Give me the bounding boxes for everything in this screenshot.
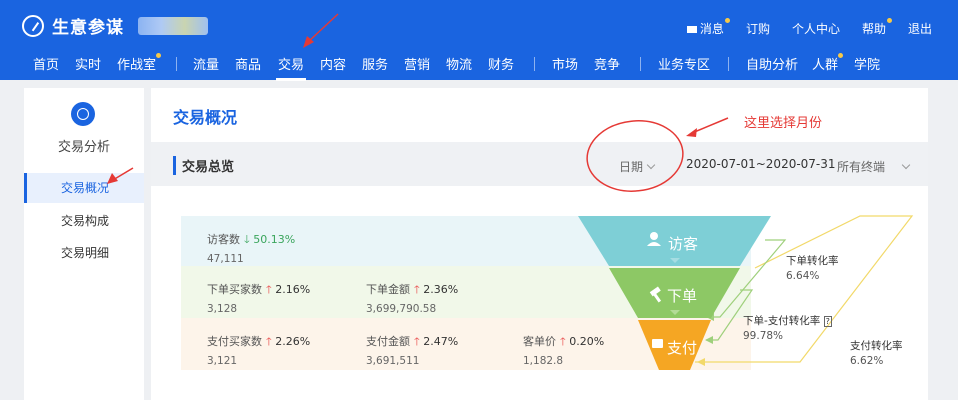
change-up: 🡑 2.26% <box>266 335 311 348</box>
order-row: 下单买家数 🡑 2.16% 3,128 下单金额 🡑 2.36% 3,699,790… <box>181 266 751 318</box>
metric-pay-buyers: 支付买家数 🡑 2.26% 3,121 <box>207 335 311 367</box>
metric-order-amount: 下单金额 🡑 2.36% 3,699,790.58 <box>366 283 459 315</box>
help-link[interactable]: 帮助 <box>862 18 892 37</box>
personal-center-link[interactable]: 个人中心 <box>792 20 840 37</box>
nav-business-zone[interactable]: 业务专区 <box>658 54 710 73</box>
pay-row: 支付买家数 🡑 2.26% 3,121 支付金额 🡑 2.47% 3,691,511… <box>181 318 751 370</box>
chevron-down-icon <box>646 160 656 170</box>
page-title: 交易概况 <box>173 108 238 127</box>
main-nav: 首页 实时 作战室 流量 商品 交易 内容 服务 营销 物流 财务 市场 竞争 … <box>0 50 958 81</box>
overview-bar: 交易总览 日期 2020-07-01~2020-07-31 所有终端 <box>151 142 928 186</box>
nav-logistics[interactable]: 物流 <box>446 54 472 73</box>
main-panel: 交易概况 交易总览 日期 2020-07-01~2020-07-31 所有终端 … <box>151 88 928 400</box>
app-logo[interactable]: 生意参谋 <box>22 13 208 38</box>
sidebar-item-details[interactable]: 交易明细 <box>24 238 144 268</box>
metric-unit-price: 客单价 🡑 0.20% 1,182.8 <box>523 335 605 367</box>
metric-pay-amount: 支付金额 🡑 2.47% 3,691,511 <box>366 335 459 367</box>
arrow-down-icon: 🡓 <box>244 233 250 246</box>
nav-academy[interactable]: 学院 <box>854 54 880 73</box>
trade-analysis-icon <box>71 102 95 126</box>
notification-dot <box>156 53 162 58</box>
header-links: 消息 订购 个人中心 帮助 退出 <box>665 18 932 37</box>
notification-dot <box>838 53 844 58</box>
order-pay-conversion-rate: 下单-支付转化率 ? 99.78% <box>743 315 832 342</box>
arrow-up-icon: 🡑 <box>560 335 566 348</box>
app-name: 生意参谋 <box>52 18 124 38</box>
nav-market[interactable]: 市场 <box>552 54 578 73</box>
nav-trade[interactable]: 交易 <box>275 54 307 81</box>
change-down: 🡓 50.13% <box>244 233 296 246</box>
sidebar-title: 交易分析 <box>57 140 110 155</box>
nav-divider <box>728 57 729 71</box>
nav-marketing[interactable]: 营销 <box>404 54 430 73</box>
nav-divider <box>534 57 535 71</box>
change-up: 🡑 2.16% <box>266 283 311 296</box>
nav-finance[interactable]: 财务 <box>488 54 514 73</box>
nav-war-room[interactable]: 作战室 <box>117 53 162 73</box>
nav-realtime[interactable]: 实时 <box>75 54 101 73</box>
visitor-row: 访客数 🡓 50.13% 47,111 <box>181 216 751 266</box>
notification-dot <box>724 18 730 23</box>
date-range[interactable]: 2020-07-01~2020-07-31 <box>686 157 836 171</box>
question-icon[interactable]: ? <box>823 316 832 327</box>
change-up: 🡑 2.36% <box>414 283 459 296</box>
change-up: 🡑 0.20% <box>560 335 605 348</box>
arrow-up-icon: 🡑 <box>266 335 272 348</box>
nav-products[interactable]: 商品 <box>235 54 261 73</box>
nav-content[interactable]: 内容 <box>320 54 346 73</box>
chevron-down-icon <box>901 160 911 170</box>
nav-audience[interactable]: 人群 <box>812 53 844 73</box>
compass-icon <box>22 14 44 37</box>
pay-conversion-rate: 支付转化率 6.62% <box>850 340 903 367</box>
terminal-dropdown[interactable]: 所有终端 <box>837 158 911 175</box>
mail-icon <box>686 26 697 33</box>
arrow-up-icon: 🡑 <box>266 283 272 296</box>
arrow-up-icon: 🡑 <box>414 283 420 296</box>
sidebar-item-overview[interactable]: 交易概况 <box>24 173 144 203</box>
annotation-text: 这里选择月份 <box>744 116 823 131</box>
messages-link[interactable]: 消息 <box>686 18 730 37</box>
nav-self-analysis[interactable]: 自助分析 <box>746 54 798 73</box>
metric-order-buyers: 下单买家数 🡑 2.16% 3,128 <box>207 283 311 315</box>
nav-traffic[interactable]: 流量 <box>193 54 219 73</box>
nav-divider <box>640 57 641 71</box>
nav-home[interactable]: 首页 <box>33 54 59 73</box>
nav-competition[interactable]: 竞争 <box>594 54 620 73</box>
nav-service[interactable]: 服务 <box>362 54 388 73</box>
sidebar-item-composition[interactable]: 交易构成 <box>24 206 144 236</box>
top-header: 生意参谋 消息 订购 个人中心 帮助 退出 首页 实时 作战室 流量 商品 交易… <box>0 0 958 81</box>
shop-name-blurred <box>138 16 208 35</box>
date-dropdown[interactable]: 日期 <box>619 158 656 175</box>
order-conversion-rate: 下单转化率 6.64% <box>786 255 839 282</box>
change-up: 🡑 2.47% <box>414 335 459 348</box>
funnel-label-order: 下单 <box>667 287 698 305</box>
nav-divider <box>176 57 177 71</box>
funnel-label-pay: 支付 <box>667 339 698 357</box>
logout-link[interactable]: 退出 <box>908 20 932 37</box>
funnel-label-visitor: 访客 <box>668 235 699 253</box>
sidebar: 交易分析 交易概况 交易构成 交易明细 <box>24 88 144 400</box>
subscribe-link[interactable]: 订购 <box>746 20 770 37</box>
overview-title: 交易总览 <box>173 156 234 175</box>
arrow-up-icon: 🡑 <box>414 335 420 348</box>
metric-visitors: 访客数 🡓 50.13% 47,111 <box>207 233 296 265</box>
notification-dot <box>886 18 892 23</box>
